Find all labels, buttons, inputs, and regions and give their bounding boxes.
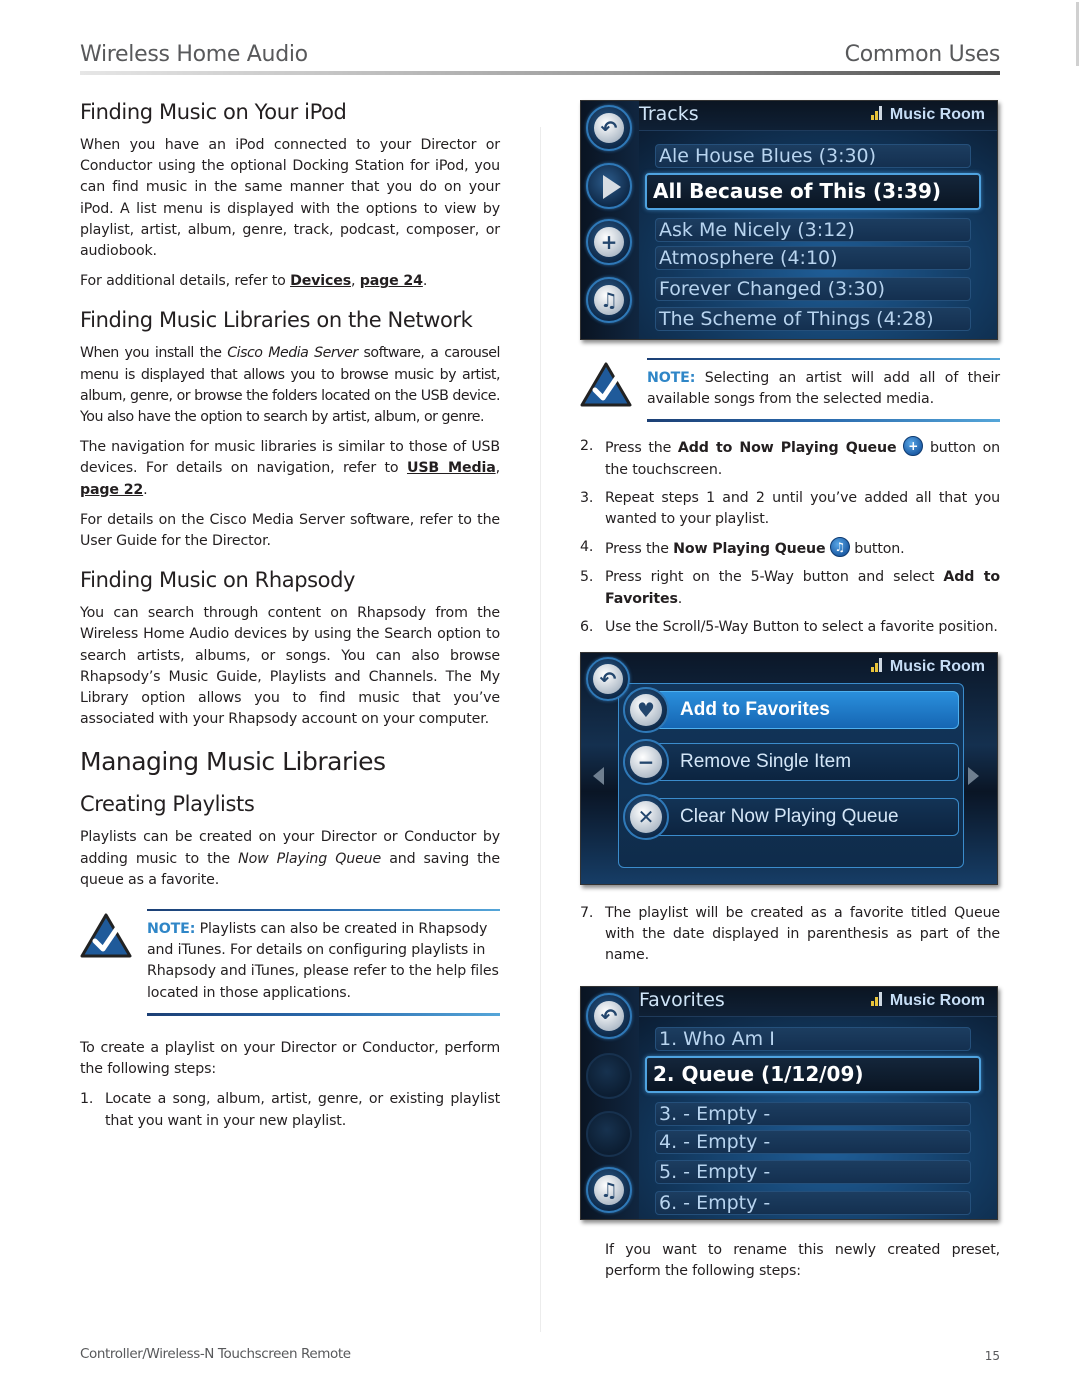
track-item[interactable]: The Scheme of Things (4:28) xyxy=(655,307,971,331)
ipod-reference: For additional details, refer to Devices… xyxy=(80,273,428,290)
room-indicator: Music Room xyxy=(870,658,985,676)
header-section: Common Uses xyxy=(844,42,1001,67)
heart-icon: ♥ xyxy=(623,687,669,734)
step-2: 2. Press the Add to Now Playing Queue + b… xyxy=(580,436,1000,478)
signal-icon xyxy=(870,658,885,673)
network-body-1: When you install the Cisco Media Server … xyxy=(80,345,501,426)
footer-product: Controller/Wireless-N Touchscreen Remote xyxy=(80,1346,351,1362)
back-icon[interactable]: ↶ xyxy=(586,657,630,702)
scroll-right-icon[interactable] xyxy=(968,767,979,786)
scroll-left-icon[interactable] xyxy=(593,767,604,786)
heading-network: Finding Music Libraries on the Network xyxy=(80,308,473,333)
options-menu-screen: Music Room ↶ Add to Favorites ♥ Remove S… xyxy=(580,652,998,886)
favorite-item[interactable]: 6. - Empty - xyxy=(655,1190,971,1215)
header-rule xyxy=(80,71,1000,75)
favorite-item-selected[interactable]: 2. Queue (1/12/09) xyxy=(645,1055,981,1093)
rhapsody-body: You can search through content on Rhapso… xyxy=(80,605,500,728)
step-6: 6. Use the Scroll/5-Way Button to select … xyxy=(580,618,998,635)
empty-button-slot xyxy=(586,1110,632,1157)
checkmark-note-icon xyxy=(580,362,632,407)
left-column: Finding Music on Your iPod When you have… xyxy=(80,98,501,1139)
favorite-item[interactable]: 1. Who Am I xyxy=(655,1026,971,1051)
add-to-queue-icon: + xyxy=(903,436,924,457)
room-indicator: Music Room xyxy=(870,106,985,124)
now-playing-queue-icon[interactable]: ♫ xyxy=(586,1166,632,1213)
steps-list-right-2: 7. The playlist will be created as a favo… xyxy=(580,903,1000,967)
remove-icon: − xyxy=(623,739,669,786)
column-divider xyxy=(540,127,541,1332)
track-item-selected[interactable]: All Because of This (3:39) xyxy=(645,173,981,210)
favorite-item[interactable]: 4. - Empty - xyxy=(655,1129,971,1154)
playlists-body: Playlists can be created on your Directo… xyxy=(80,829,500,888)
link-usb-media[interactable]: USB Media xyxy=(407,460,496,476)
note-label: NOTE: xyxy=(147,921,196,938)
menu-item-add-to-favorites[interactable]: Add to Favorites xyxy=(629,691,959,730)
playlists-steps-intro: To create a playlist on your Director or… xyxy=(80,1039,500,1078)
screen-title: Tracks xyxy=(639,103,699,125)
signal-icon xyxy=(870,991,885,1006)
note-playlists: NOTE: Playlists can also be created in R… xyxy=(80,909,500,1016)
steps-list-left: 1. Locate a song, album, artist, genre, o… xyxy=(80,1089,500,1131)
menu-item-remove-single-item[interactable]: Remove Single Item xyxy=(629,743,959,782)
room-indicator: Music Room xyxy=(870,991,985,1010)
page-number: 15 xyxy=(984,1349,1000,1363)
menu-item-clear-queue[interactable]: Clear Now Playing Queue xyxy=(629,798,959,837)
header-title: Wireless Home Audio xyxy=(80,42,308,67)
back-icon[interactable]: ↶ xyxy=(586,992,632,1039)
tracks-screen: Tracks Music Room ↶ + ♫ Ale House Blues … xyxy=(580,100,998,340)
heading-ipod: Finding Music on Your iPod xyxy=(80,100,347,124)
heading-managing: Managing Music Libraries xyxy=(80,747,386,777)
link-page-22[interactable]: page 22 xyxy=(80,482,143,498)
right-column: Tracks Music Room ↶ + ♫ Ale House Blues … xyxy=(580,100,1000,1291)
heading-rhapsody: Finding Music on Rhapsody xyxy=(80,568,356,593)
rename-intro: If you want to rename this newly created… xyxy=(605,1241,1000,1279)
note-artist: NOTE: Selecting an artist will add all o… xyxy=(580,358,1000,423)
link-devices[interactable]: Devices xyxy=(290,273,351,289)
track-item[interactable]: Ale House Blues (3:30) xyxy=(655,144,971,168)
heading-creating-playlists: Creating Playlists xyxy=(80,792,255,817)
step-5: 5. Press right on the 5-Way button and se… xyxy=(580,569,1000,607)
clear-icon: ✕ xyxy=(623,794,669,841)
favorite-item[interactable]: 5. - Empty - xyxy=(655,1159,971,1184)
favorites-screen: Favorites Music Room ↶ ♫ 1. Who Am I 2. … xyxy=(580,985,998,1220)
empty-button-slot xyxy=(586,1052,632,1099)
screen-title: Favorites xyxy=(639,988,725,1011)
step-7: 7. The playlist will be created as a favo… xyxy=(580,905,1000,964)
network-body-2: The navigation for music libraries is si… xyxy=(80,439,500,498)
track-item[interactable]: Ask Me Nicely (3:12) xyxy=(655,218,971,242)
link-page-24[interactable]: page 24 xyxy=(360,273,423,289)
steps-list-right: 2. Press the Add to Now Playing Queue + b… xyxy=(580,436,1000,638)
checkmark-note-icon xyxy=(80,913,132,958)
now-playing-queue-icon[interactable]: ♫ xyxy=(586,277,632,323)
track-item[interactable]: Atmosphere (4:10) xyxy=(655,246,971,270)
step-3: 3. Repeat steps 1 and 2 until you’ve adde… xyxy=(580,489,1000,528)
back-icon[interactable]: ↶ xyxy=(586,105,632,151)
signal-icon xyxy=(870,106,885,120)
step-4: 4. Press the Now Playing Queue ♫ button. xyxy=(580,537,905,558)
ipod-body: When you have an iPod connected to your … xyxy=(80,137,500,260)
add-to-queue-icon[interactable]: + xyxy=(586,219,632,265)
now-playing-queue-icon: ♫ xyxy=(829,537,850,558)
favorite-item[interactable]: 3. - Empty - xyxy=(655,1101,971,1126)
track-item[interactable]: Forever Changed (3:30) xyxy=(655,277,971,301)
page-edge xyxy=(1076,2,1079,66)
step-1: 1. Locate a song, album, artist, genre, o… xyxy=(80,1091,500,1129)
play-icon[interactable] xyxy=(586,163,632,209)
network-body-3: For details on the Cisco Media Server so… xyxy=(80,511,500,550)
